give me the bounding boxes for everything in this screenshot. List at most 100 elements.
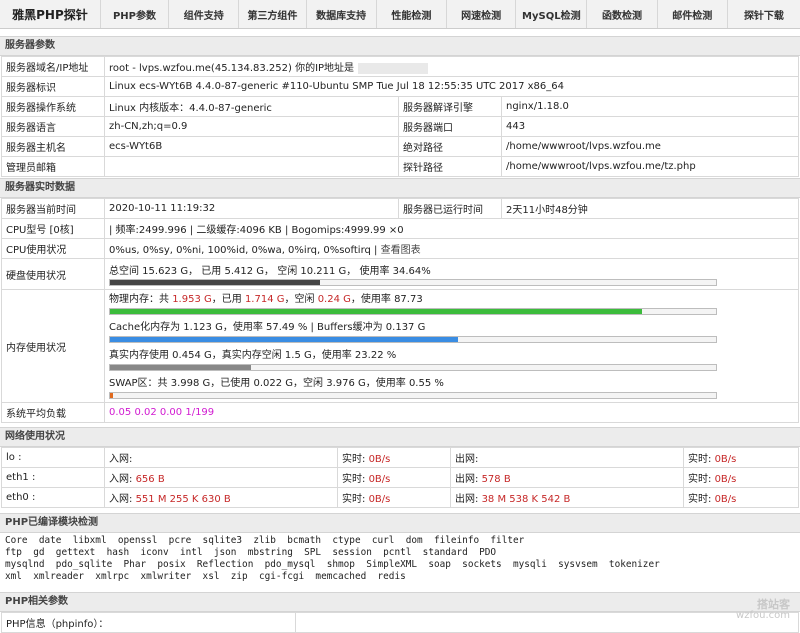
rt-in-cell: 实时: 0B/s — [338, 488, 451, 508]
phys-total: 1.953 G — [172, 294, 212, 305]
phys-free: 0.24 G — [318, 294, 351, 305]
brand-logo[interactable]: 雅黑PHP探针 — [0, 0, 101, 28]
modules-section: PHP已编译模块检测 Core date libxml openssl pcre… — [0, 513, 800, 585]
nav-performance[interactable]: 性能检测 — [377, 0, 447, 28]
out-cell: 出网: — [451, 448, 684, 468]
network-section: 网络使用状况 lo : 入网: 实时: 0B/s 出网: 实时: 0B/s et… — [0, 427, 800, 508]
out-label: 出网: — [455, 494, 478, 505]
host-label: 服务器主机名 — [2, 137, 105, 157]
network-title: 网络使用状况 — [0, 427, 800, 447]
rt-in-cell: 实时: 0B/s — [338, 448, 451, 468]
host-value: ecs-WYt6B — [105, 137, 399, 157]
top-nav: 雅黑PHP探针 PHP参数 组件支持 第三方组件 数据库支持 性能检测 网速检测… — [0, 0, 800, 29]
nav-database[interactable]: 数据库支持 — [307, 0, 377, 28]
time-label: 服务器当前时间 — [2, 199, 105, 219]
modules-line: xml xmlreader xmlrpc xmlwriter xsl zip c… — [5, 571, 795, 583]
server-params-title: 服务器参数 — [0, 36, 800, 56]
nav-mysql-test[interactable]: MySQL检测 — [516, 0, 587, 28]
uptime-label: 服务器已运行时间 — [399, 199, 502, 219]
nav-components[interactable]: 组件支持 — [169, 0, 239, 28]
rt-in-value: 0B/s — [369, 494, 391, 505]
os-label: 服务器操作系统 — [2, 97, 105, 117]
in-value: 551 M 255 K 630 B — [136, 494, 231, 505]
view-chart-link[interactable]: 查看图表 — [381, 245, 421, 256]
out-cell: 出网: 38 M 538 K 542 B — [451, 488, 684, 508]
rt-out-label: 实时: — [688, 454, 711, 465]
disk-progress-fill — [110, 280, 320, 285]
out-label: 出网: — [455, 454, 478, 465]
domain-value: root - lvps.wzfou.me(45.134.83.252) 你的IP… — [105, 57, 799, 77]
phys-mid1: ，已用 — [212, 294, 245, 305]
rt-out-value: 0B/s — [715, 494, 737, 505]
load-value: 0.05 0.02 0.00 1/199 — [105, 403, 799, 423]
cpuuse-text: 0%us, 0%sy, 0%ni, 100%id, 0%wa, 0%irq, 0… — [109, 245, 371, 256]
swap-text: SWAP区：共 3.998 G，已使用 0.022 G，空闲 3.976 G，使… — [109, 377, 794, 390]
swap-progress-fill — [110, 393, 113, 398]
nav-third-party[interactable]: 第三方组件 — [239, 0, 306, 28]
phys-mem-text: 物理内存：共 1.953 G，已用 1.714 G，空闲 0.24 G，使用率 … — [109, 293, 794, 306]
modules-title: PHP已编译模块检测 — [0, 513, 800, 533]
disk-progress-bar — [109, 279, 717, 286]
phys-used: 1.714 G — [245, 294, 285, 305]
in-cell: 入网: 656 B — [105, 468, 338, 488]
nav-function-test[interactable]: 函数检测 — [587, 0, 657, 28]
nav-mail-test[interactable]: 邮件检测 — [658, 0, 728, 28]
server-id-label: 服务器标识 — [2, 77, 105, 97]
abspath-label: 绝对路径 — [399, 137, 502, 157]
out-label: 出网: — [455, 474, 478, 485]
disk-value: 总空间 15.623 G， 已用 5.412 G， 空闲 10.211 G， 使… — [105, 259, 799, 290]
port-label: 服务器端口 — [399, 117, 502, 137]
cache-progress-bar — [109, 336, 717, 343]
rt-out-cell: 实时: 0B/s — [684, 488, 799, 508]
rt-in-label: 实时: — [342, 474, 365, 485]
nav-php-params[interactable]: PHP参数 — [101, 0, 169, 28]
table-row: 系统平均负载 0.05 0.02 0.00 1/199 — [2, 403, 799, 423]
out-value: 38 M 538 K 542 B — [482, 494, 571, 505]
iface-name: lo : — [2, 448, 105, 468]
in-value: 656 B — [136, 474, 165, 485]
rt-out-label: 实时: — [688, 474, 711, 485]
table-row: 服务器语言 zh-CN,zh;q=0.9 服务器端口 443 — [2, 117, 799, 137]
php-params-section: PHP相关参数 PHP信息（phpinfo）： — [0, 592, 800, 633]
cache-progress-fill — [110, 337, 458, 342]
table-row: 硬盘使用状况 总空间 15.623 G， 已用 5.412 G， 空闲 10.2… — [2, 259, 799, 290]
realtime-table: 服务器当前时间 2020-10-11 11:19:32 服务器已运行时间 2天1… — [1, 198, 799, 423]
rt-out-label: 实时: — [688, 494, 711, 505]
swap-progress-bar — [109, 392, 717, 399]
table-row: 服务器操作系统 Linux 内核版本：4.4.0-87-generic 服务器解… — [2, 97, 799, 117]
real-progress-fill — [110, 365, 251, 370]
modules-line: mysqlnd pdo_sqlite Phar posix Reflection… — [5, 559, 795, 571]
in-cell: 入网: 551 M 255 K 630 B — [105, 488, 338, 508]
table-row: 服务器当前时间 2020-10-11 11:19:32 服务器已运行时间 2天1… — [2, 199, 799, 219]
port-value: 443 — [502, 117, 799, 137]
probepath-value: /home/wwwroot/lvps.wzfou.me/tz.php — [502, 157, 799, 177]
phys-prefix: 物理内存：共 — [109, 294, 172, 305]
cpuuse-value: 0%us, 0%sy, 0%ni, 100%id, 0%wa, 0%irq, 0… — [105, 239, 799, 259]
table-row: 管理员邮箱 探针路径 /home/wwwroot/lvps.wzfou.me/t… — [2, 157, 799, 177]
iface-name: eth0 : — [2, 488, 105, 508]
table-row: PHP信息（phpinfo）： — [2, 613, 799, 633]
server-params-table: 服务器域名/IP地址 root - lvps.wzfou.me(45.134.8… — [1, 56, 799, 177]
domain-label: 服务器域名/IP地址 — [2, 57, 105, 77]
nav-speed-test[interactable]: 网速检测 — [447, 0, 516, 28]
watermark-logo: 搭站客 wzfou.com — [736, 599, 790, 621]
real-progress-bar — [109, 364, 717, 371]
rt-out-cell: 实时: 0B/s — [684, 448, 799, 468]
table-row: 内存使用状况 物理内存：共 1.953 G，已用 1.714 G，空闲 0.24… — [2, 290, 799, 403]
realtime-section: 服务器实时数据 服务器当前时间 2020-10-11 11:19:32 服务器已… — [0, 178, 800, 423]
rt-in-label: 实时: — [342, 454, 365, 465]
table-row: 服务器域名/IP地址 root - lvps.wzfou.me(45.134.8… — [2, 57, 799, 77]
nav-download[interactable]: 探针下载 — [728, 0, 800, 28]
rt-in-value: 0B/s — [369, 474, 391, 485]
ip-redacted — [358, 63, 428, 74]
cpuuse-label: CPU使用状况 — [2, 239, 105, 259]
lang-value: zh-CN,zh;q=0.9 — [105, 117, 399, 137]
table-row: 服务器主机名 ecs-WYt6B 绝对路径 /home/wwwroot/lvps… — [2, 137, 799, 157]
load-label: 系统平均负载 — [2, 403, 105, 423]
engine-value: nginx/1.18.0 — [502, 97, 799, 117]
phpinfo-label: PHP信息（phpinfo）： — [2, 613, 296, 633]
server-id-value: Linux ecs-WYt6B 4.4.0-87-generic #110-Ub… — [105, 77, 799, 97]
time-value: 2020-10-11 11:19:32 — [105, 199, 399, 219]
table-row: eth0 : 入网: 551 M 255 K 630 B 实时: 0B/s 出网… — [2, 488, 799, 508]
rt-in-value: 0B/s — [369, 454, 391, 465]
